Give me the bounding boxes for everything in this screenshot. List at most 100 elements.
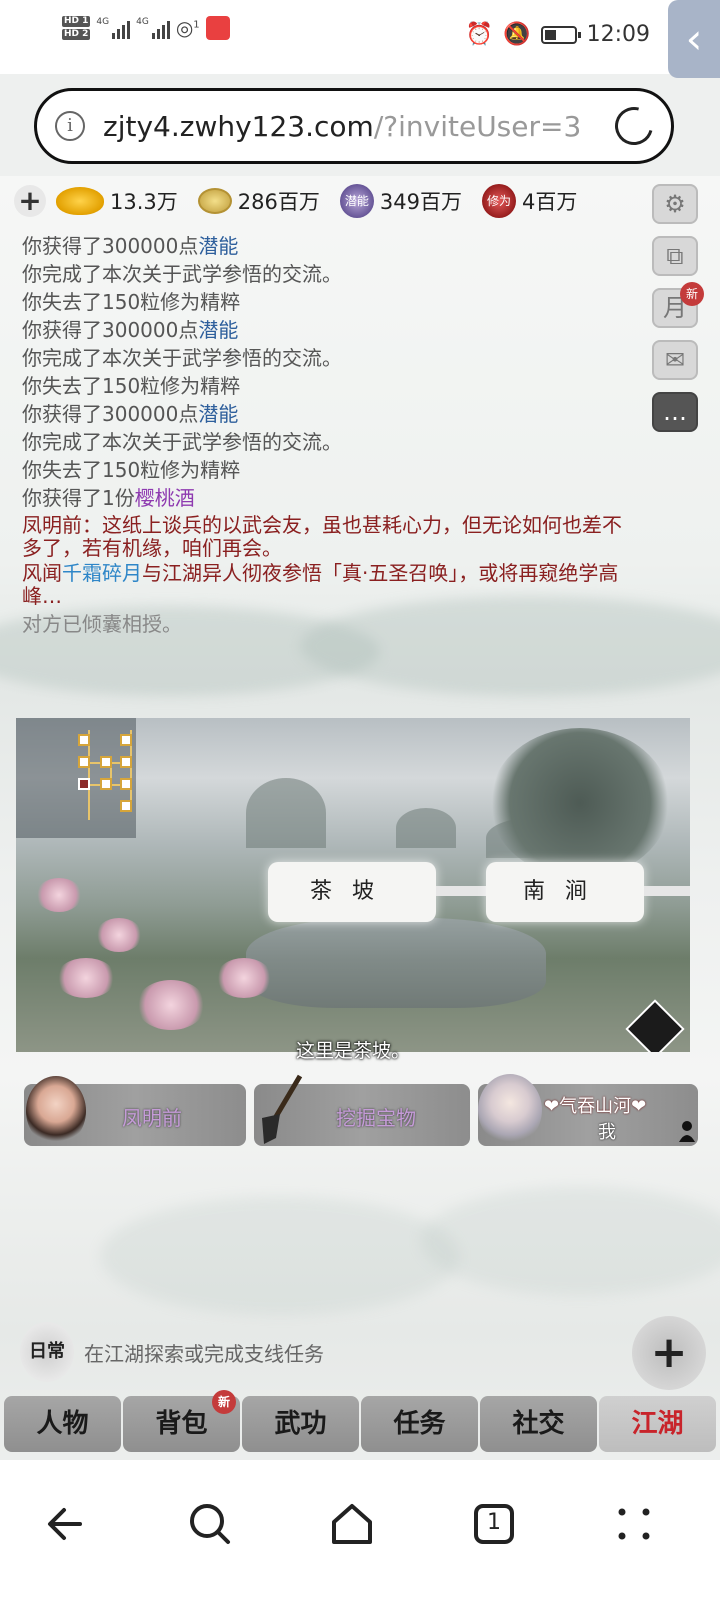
scene-view: 茶坡 南涧 xyxy=(16,718,690,1052)
search-button[interactable] xyxy=(180,1494,240,1554)
tab-jianghu[interactable]: 江湖 xyxy=(599,1396,716,1452)
url-host: zjty4.zwhy123.com xyxy=(103,109,374,143)
minimap-current-node xyxy=(78,778,90,790)
npc-card[interactable]: 凤明前 xyxy=(24,1076,246,1146)
xiuwei-icon: 修为 xyxy=(481,184,516,218)
person-icon xyxy=(679,1121,695,1142)
message-log: 你获得了300000点潜能 你完成了本次关于武学参悟的交流。 你失去了150粒修… xyxy=(22,232,622,638)
log-highlight[interactable]: 潜能 xyxy=(198,402,238,426)
shovel-icon xyxy=(262,1074,303,1144)
home-icon xyxy=(332,1504,372,1544)
minimap[interactable] xyxy=(16,718,136,838)
hd2-label: HD 2 xyxy=(62,29,91,40)
player-card[interactable]: ❤气吞山河❤ 我 xyxy=(478,1074,698,1146)
menu-button[interactable] xyxy=(604,1494,664,1554)
player-self-label: 我 xyxy=(598,1122,616,1143)
side-panel-handle[interactable]: ‹ xyxy=(668,0,720,78)
chat-button[interactable]: … xyxy=(652,392,698,432)
tabs-button[interactable]: 1 xyxy=(464,1494,524,1554)
gear-icon: ⚙ xyxy=(664,190,686,218)
add-button[interactable]: + xyxy=(632,1316,706,1390)
path-connector xyxy=(644,886,690,896)
player-link[interactable]: 千霜碎月 xyxy=(62,561,142,585)
map-toggle-icon[interactable] xyxy=(625,999,685,1052)
gold-value: 13.3万 xyxy=(110,190,178,214)
hotspot-icon: ◎1 xyxy=(175,16,200,40)
home-button[interactable] xyxy=(322,1494,382,1554)
signal-icon: 4G xyxy=(136,17,170,39)
log-highlight[interactable]: 潜能 xyxy=(198,234,238,258)
log-item-highlight[interactable]: 樱桃酒 xyxy=(135,486,195,510)
daily-task-bar[interactable]: 日常 在江湖探索或完成支线任务 + xyxy=(16,1316,706,1390)
stream-image xyxy=(246,918,546,1008)
hd1-label: HD 1 xyxy=(62,16,91,27)
log-line: 你完成了本次关于武学参悟的交流。 xyxy=(22,346,342,370)
tree-image xyxy=(490,728,670,878)
tab-martial-arts[interactable]: 武功 xyxy=(242,1396,359,1452)
hd-indicator: HD 1 HD 2 xyxy=(62,16,91,40)
address-bar[interactable]: i zjty4.zwhy123.com/?inviteUser=3 xyxy=(34,88,674,164)
action-card[interactable]: 挖掘宝物 xyxy=(254,1074,470,1146)
minimap-node xyxy=(120,778,132,790)
main-tabs: 人物 背包新 武功 任务 社交 江湖 xyxy=(0,1390,720,1458)
coin-resource: 286百万 xyxy=(197,186,320,216)
log-line: 对方已倾囊相授。 xyxy=(22,612,182,636)
info-icon[interactable]: i xyxy=(55,111,85,141)
status-bar: HD 1 HD 2 4G 4G ◎1 ⏰ 🔕 12:09 ‹ xyxy=(0,0,720,78)
npc-name: 凤明前 xyxy=(122,1106,182,1130)
npc-avatar xyxy=(26,1076,86,1146)
log-line: 你完成了本次关于武学参悟的交流。 xyxy=(22,430,342,454)
copy-icon: ⧉ xyxy=(666,242,684,270)
minimap-node xyxy=(78,756,90,768)
player-avatar xyxy=(478,1074,542,1146)
location-next[interactable]: 南涧 xyxy=(486,862,644,922)
log-line: 你获得了1份樱桃酒 xyxy=(22,486,195,510)
log-line: 你失去了150粒修为精粹 xyxy=(22,458,241,482)
battery-icon xyxy=(540,25,581,44)
tab-backpack[interactable]: 背包新 xyxy=(123,1390,240,1452)
alarm-icon: ⏰ xyxy=(465,22,494,47)
tab-character[interactable]: 人物 xyxy=(4,1396,121,1452)
status-left: HD 1 HD 2 4G 4G ◎1 xyxy=(62,16,230,40)
coin-value: 286百万 xyxy=(237,190,320,214)
new-badge: 新 xyxy=(212,1390,236,1414)
right-menu: ⚙ ⧉ 月 新 ✉ … xyxy=(652,184,704,432)
browser-nav-bar: 1 xyxy=(0,1460,720,1600)
app-notification-icon xyxy=(205,16,230,40)
reload-icon[interactable] xyxy=(608,100,660,152)
gold-ingot-icon xyxy=(56,187,104,215)
xiuwei-resource: 修为 4百万 xyxy=(481,184,578,218)
tab-social[interactable]: 社交 xyxy=(480,1396,597,1452)
player-name: ❤气吞山河❤ xyxy=(544,1096,647,1117)
url-text[interactable]: zjty4.zwhy123.com/?inviteUser=3 xyxy=(103,110,615,143)
location-current[interactable]: 茶坡 xyxy=(268,862,436,922)
back-arrow-icon xyxy=(48,1508,82,1540)
search-icon xyxy=(190,1504,230,1544)
net2-label: 4G xyxy=(136,17,149,27)
back-button[interactable] xyxy=(40,1494,100,1554)
add-resource-button[interactable]: + xyxy=(14,185,46,217)
status-right: ⏰ 🔕 12:09 xyxy=(466,22,650,47)
qianneng-resource: 潜能 349百万 xyxy=(339,184,462,218)
path-connector xyxy=(436,886,486,896)
log-line: 你失去了150粒修为精粹 xyxy=(22,290,241,314)
xiuwei-value: 4百万 xyxy=(521,190,578,214)
minimap-node xyxy=(78,734,90,746)
mute-icon: 🔕 xyxy=(503,22,531,47)
minimap-node xyxy=(100,778,112,790)
copy-button[interactable]: ⧉ xyxy=(652,236,698,276)
signal-icon: 4G xyxy=(96,17,131,39)
log-highlight[interactable]: 潜能 xyxy=(198,318,238,342)
minimap-node xyxy=(120,800,132,812)
npc-dialog-line: 凤明前：这纸上谈兵的以武会友，虽也甚耗心力，但无论如何也差不多了，若有机缘，咱们… xyxy=(22,513,622,560)
log-line: 你获得了300000点潜能 xyxy=(22,402,239,426)
log-line: 你获得了300000点潜能 xyxy=(22,318,239,342)
tab-quests[interactable]: 任务 xyxy=(361,1396,478,1452)
mail-button[interactable]: ✉ xyxy=(652,340,698,380)
settings-button[interactable]: ⚙ xyxy=(652,184,698,224)
scene-caption: 这里是茶坡。 xyxy=(296,1040,411,1062)
mail-icon: ✉ xyxy=(664,346,686,374)
monthly-button[interactable]: 月 新 xyxy=(652,282,704,328)
url-path: /?inviteUser=3 xyxy=(373,109,582,143)
action-name: 挖掘宝物 xyxy=(336,1106,416,1130)
